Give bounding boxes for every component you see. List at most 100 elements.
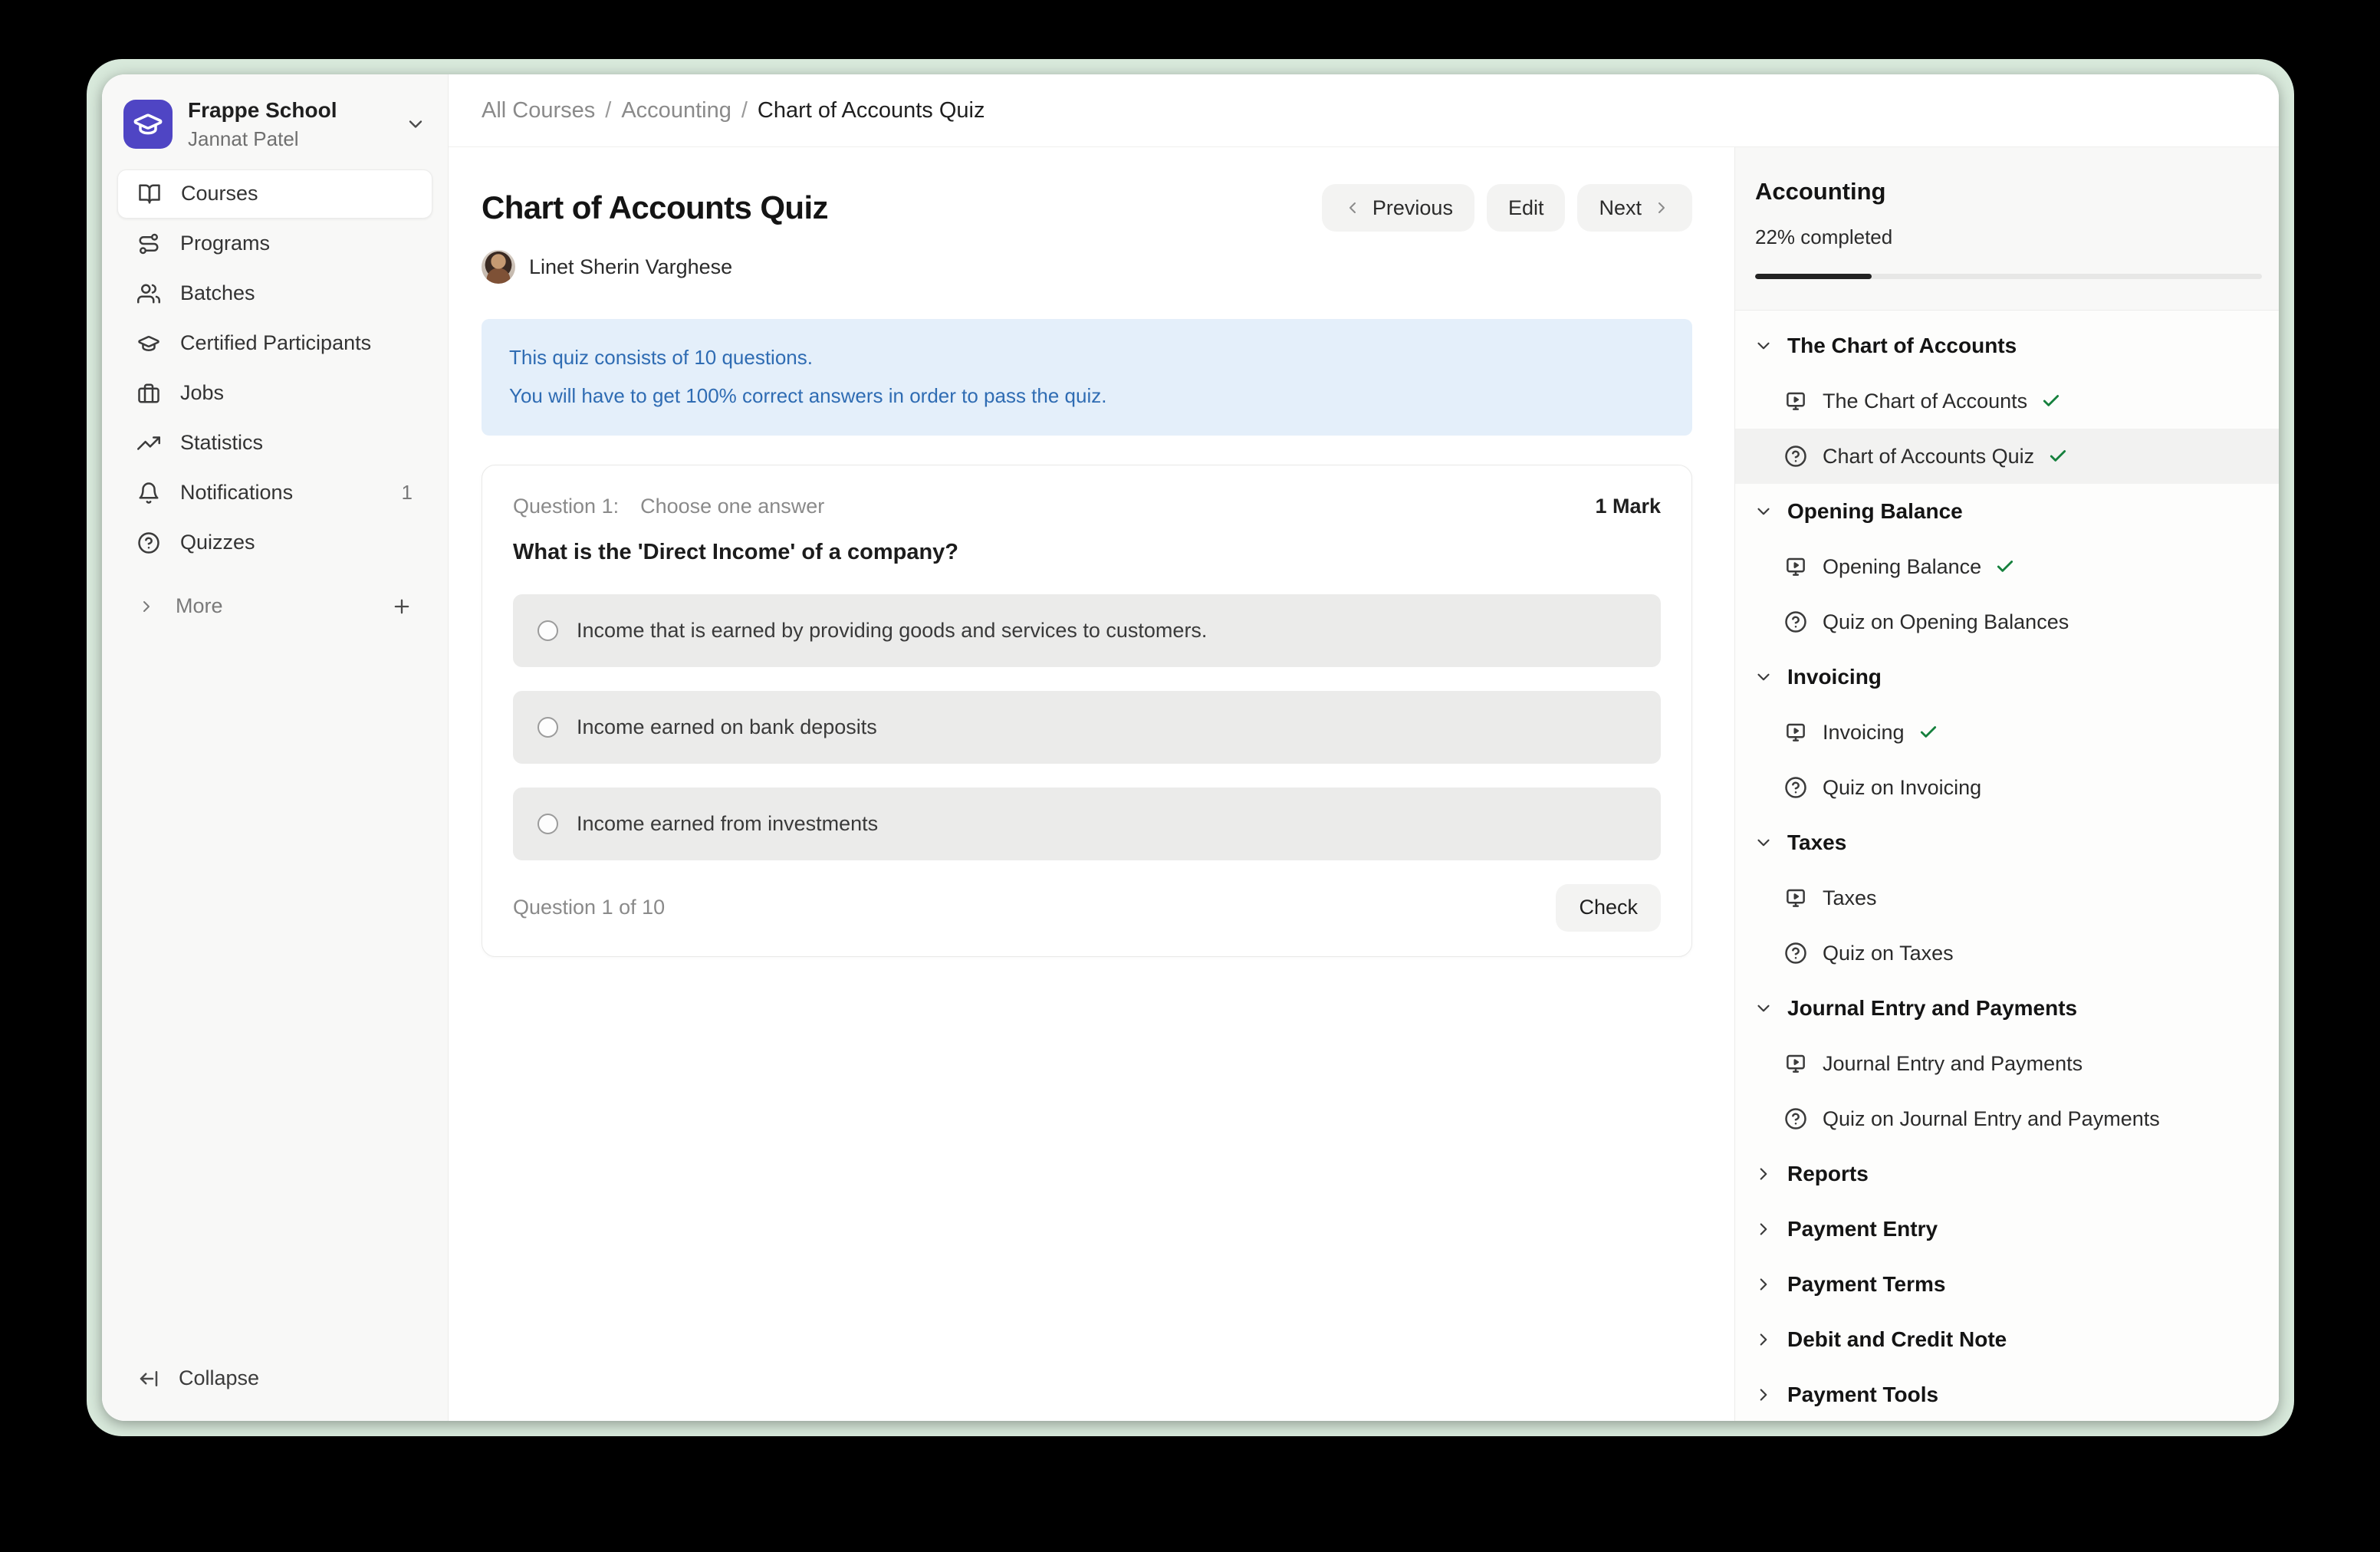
outline-section-opening-balance[interactable]: Opening Balance bbox=[1735, 484, 2279, 539]
notification-count-badge: 1 bbox=[402, 481, 413, 505]
sidebar-item-notifications[interactable]: Notifications 1 bbox=[117, 469, 432, 518]
sidebar-item-label: Programs bbox=[180, 232, 270, 255]
breadcrumb-bar: All Courses / Accounting / Chart of Acco… bbox=[449, 74, 2279, 147]
outline-item-taxes[interactable]: Taxes bbox=[1735, 870, 2279, 926]
sidebar-item-label: Quizzes bbox=[180, 531, 255, 554]
collapse-sidebar-button[interactable]: Collapse bbox=[102, 1366, 448, 1421]
chevron-down-icon bbox=[1754, 336, 1773, 356]
sidebar-item-courses[interactable]: Courses bbox=[117, 169, 432, 219]
outline-item-the-chart-of-accounts[interactable]: The Chart of Accounts bbox=[1735, 373, 2279, 429]
previous-button[interactable]: Previous bbox=[1322, 184, 1474, 232]
sidebar-item-certified-participants[interactable]: Certified Participants bbox=[117, 319, 432, 368]
breadcrumb-accounting[interactable]: Accounting bbox=[621, 98, 731, 123]
course-title: Accounting bbox=[1755, 178, 2262, 206]
chevron-right-icon bbox=[1754, 1330, 1773, 1350]
chevron-down-icon bbox=[1754, 501, 1773, 521]
answer-option-3[interactable]: Income earned from investments bbox=[513, 788, 1661, 860]
question-card: Question 1: Choose one answer 1 Mark Wha… bbox=[482, 465, 1692, 957]
course-completed-text: 22% completed bbox=[1755, 225, 2262, 249]
outline-section-journal-entry-and-payments[interactable]: Journal Entry and Payments bbox=[1735, 981, 2279, 1036]
course-progress-header: Accounting 22% completed bbox=[1735, 147, 2279, 311]
sidebar-item-programs[interactable]: Programs bbox=[117, 219, 432, 268]
radio-button[interactable] bbox=[537, 717, 558, 738]
outline-item-label: Quiz on Taxes bbox=[1823, 942, 1954, 965]
outline-item-quiz-on-opening-balances[interactable]: Quiz on Opening Balances bbox=[1735, 594, 2279, 649]
outline-item-invoicing[interactable]: Invoicing bbox=[1735, 705, 2279, 760]
sidebar-item-label: Jobs bbox=[180, 381, 224, 405]
outline-item-label: Quiz on Opening Balances bbox=[1823, 610, 2069, 634]
sidebar-item-batches[interactable]: Batches bbox=[117, 269, 432, 318]
question-instruction: Choose one answer bbox=[640, 495, 824, 518]
outline-item-label: Journal Entry and Payments bbox=[1823, 1052, 2082, 1076]
answer-option-label: Income earned on bank deposits bbox=[577, 715, 877, 739]
answer-options: Income that is earned by providing goods… bbox=[513, 594, 1661, 860]
answer-option-2[interactable]: Income earned on bank deposits bbox=[513, 691, 1661, 764]
author-name: Linet Sherin Varghese bbox=[529, 255, 732, 279]
outline-section-title: Journal Entry and Payments bbox=[1787, 996, 2077, 1021]
chevron-down-icon[interactable] bbox=[405, 113, 426, 135]
course-outline-list: The Chart of AccountsThe Chart of Accoun… bbox=[1735, 311, 2279, 1421]
window-frame: Frappe School Jannat Patel Courses Progra… bbox=[87, 59, 2294, 1436]
workspace-switcher[interactable]: Frappe School Jannat Patel bbox=[102, 74, 448, 169]
graduation-cap-icon bbox=[133, 109, 163, 140]
sidebar-item-label: Notifications bbox=[180, 481, 293, 505]
outline-item-label: Taxes bbox=[1823, 886, 1877, 910]
breadcrumb-all-courses[interactable]: All Courses bbox=[482, 98, 595, 123]
sidebar-item-label: Courses bbox=[181, 182, 258, 206]
check-icon bbox=[2041, 391, 2061, 411]
sidebar-item-more[interactable]: More bbox=[117, 582, 432, 631]
outline-section-invoicing[interactable]: Invoicing bbox=[1735, 649, 2279, 705]
trending-up-icon bbox=[137, 432, 160, 455]
chevron-right-icon bbox=[1754, 1274, 1773, 1294]
outline-item-chart-of-accounts-quiz[interactable]: Chart of Accounts Quiz bbox=[1735, 429, 2279, 484]
quiz-instructions-banner: This quiz consists of 10 questions. You … bbox=[482, 319, 1692, 436]
answer-option-label: Income earned from investments bbox=[577, 812, 878, 836]
user-name: Jannat Patel bbox=[188, 127, 337, 151]
sidebar-item-statistics[interactable]: Statistics bbox=[117, 419, 432, 468]
question-text: What is the 'Direct Income' of a company… bbox=[513, 540, 1661, 565]
outline-section-taxes[interactable]: Taxes bbox=[1735, 815, 2279, 870]
course-progress-bar bbox=[1755, 274, 2262, 279]
outline-section-title: Debit and Credit Note bbox=[1787, 1327, 2007, 1352]
plus-icon[interactable] bbox=[391, 596, 413, 617]
breadcrumb-separator: / bbox=[605, 98, 611, 123]
outline-section-payment-tools[interactable]: Payment Tools bbox=[1735, 1367, 2279, 1421]
radio-button[interactable] bbox=[537, 814, 558, 834]
sidebar-item-jobs[interactable]: Jobs bbox=[117, 369, 432, 418]
answer-option-1[interactable]: Income that is earned by providing goods… bbox=[513, 594, 1661, 667]
breadcrumb-current: Chart of Accounts Quiz bbox=[758, 98, 985, 123]
outline-section-the-chart-of-accounts[interactable]: The Chart of Accounts bbox=[1735, 318, 2279, 373]
notice-line: This quiz consists of 10 questions. bbox=[509, 339, 1665, 377]
outline-section-payment-entry[interactable]: Payment Entry bbox=[1735, 1202, 2279, 1257]
outline-section-reports[interactable]: Reports bbox=[1735, 1146, 2279, 1202]
quiz-main-panel: Chart of Accounts Quiz Previous Edit bbox=[449, 147, 1734, 1421]
chevron-right-icon bbox=[137, 597, 156, 616]
help-circle-icon bbox=[1784, 942, 1807, 965]
question-progress: Question 1 of 10 bbox=[513, 896, 665, 919]
chevron-right-icon bbox=[1652, 199, 1671, 217]
more-label: More bbox=[176, 594, 223, 618]
outline-section-title: Taxes bbox=[1787, 830, 1846, 855]
check-icon bbox=[2048, 446, 2068, 466]
outline-item-opening-balance[interactable]: Opening Balance bbox=[1735, 539, 2279, 594]
outline-item-journal-entry-and-payments[interactable]: Journal Entry and Payments bbox=[1735, 1036, 2279, 1091]
completed-check-icon bbox=[1918, 722, 1938, 742]
outline-section-debit-and-credit-note[interactable]: Debit and Credit Note bbox=[1735, 1312, 2279, 1367]
radio-button[interactable] bbox=[537, 620, 558, 641]
outline-item-quiz-on-journal-entry-and-payments[interactable]: Quiz on Journal Entry and Payments bbox=[1735, 1091, 2279, 1146]
help-circle-icon bbox=[1784, 610, 1807, 633]
check-button[interactable]: Check bbox=[1556, 884, 1661, 932]
book-open-icon bbox=[138, 182, 161, 206]
next-button[interactable]: Next bbox=[1577, 184, 1692, 232]
outline-section-payment-terms[interactable]: Payment Terms bbox=[1735, 1257, 2279, 1312]
outline-section-title: Opening Balance bbox=[1787, 499, 1963, 524]
chevron-down-icon bbox=[1754, 667, 1773, 687]
outline-item-quiz-on-invoicing[interactable]: Quiz on Invoicing bbox=[1735, 760, 2279, 815]
outline-item-label: Quiz on Journal Entry and Payments bbox=[1823, 1107, 2160, 1131]
briefcase-icon bbox=[137, 382, 160, 405]
graduation-cap-icon bbox=[137, 332, 160, 355]
outline-item-quiz-on-taxes[interactable]: Quiz on Taxes bbox=[1735, 926, 2279, 981]
edit-button[interactable]: Edit bbox=[1487, 184, 1566, 232]
sidebar-item-quizzes[interactable]: Quizzes bbox=[117, 518, 432, 567]
chevron-right-icon bbox=[1754, 1219, 1773, 1239]
